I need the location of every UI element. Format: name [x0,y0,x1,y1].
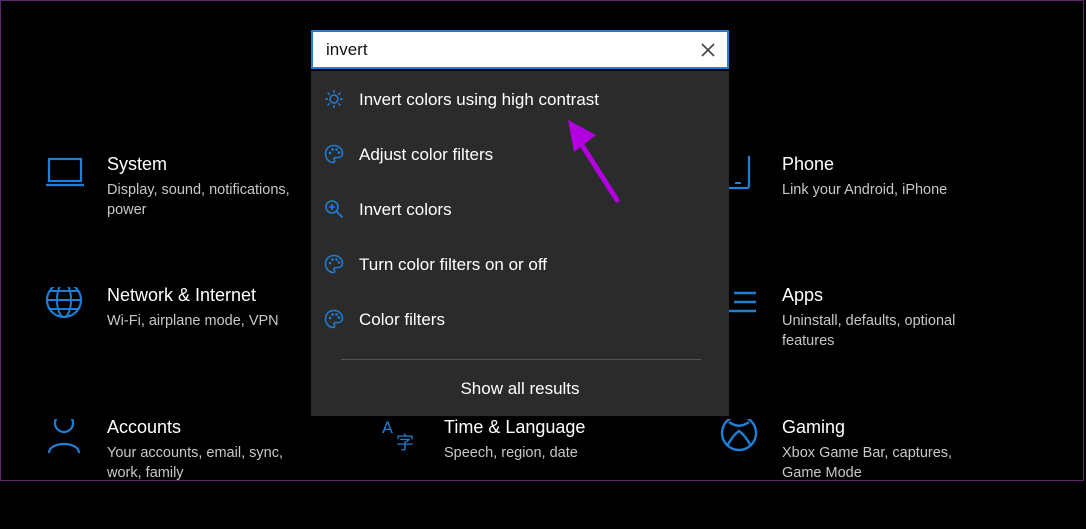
category-gaming[interactable]: Gaming Xbox Game Bar, captures, Game Mod… [720,417,1020,529]
close-icon[interactable] [699,41,717,59]
category-title: Apps [782,285,824,305]
category-accounts[interactable]: Accounts Your accounts, email, sync, wor… [45,417,345,529]
category-description: Display, sound, notifications, power [107,182,290,218]
category-phone[interactable]: Phone Link your Android, iPhone [720,154,1020,266]
palette-icon [324,254,344,274]
settings-search-box[interactable] [311,30,729,69]
brightness-icon [324,89,344,109]
result-label: Color filters [359,310,445,329]
result-item[interactable]: Invert colors using high contrast [311,75,729,125]
category-title: Network & Internet [107,285,257,305]
result-label: Adjust color filters [359,145,494,164]
language-icon: A 字 [382,419,422,459]
person-icon [45,419,85,459]
result-label: Turn color filters on or off [359,255,548,274]
result-label: Invert colors using high contrast [359,90,600,109]
category-description: Your accounts, email, sync, work, family [107,445,283,481]
svg-text:字: 字 [396,433,414,454]
category-apps[interactable]: Apps Uninstall, defaults, optional featu… [720,285,1020,397]
category-description: Link your Android, iPhone [782,182,948,198]
show-all-results-button[interactable]: Show all results [311,371,729,407]
result-label: Invert colors [359,200,452,219]
palette-icon [324,144,344,164]
result-item[interactable]: Turn color filters on or off [311,240,729,290]
svg-text:A: A [382,419,393,437]
category-description: Uninstall, defaults, optional features [782,313,956,349]
category-title: System [107,154,168,174]
xbox-icon [720,419,760,459]
laptop-icon [45,156,85,196]
category-description: Speech, region, date [444,445,578,461]
category-title: Time & Language [444,417,586,437]
globe-icon [45,287,85,327]
palette-icon [324,309,344,329]
category-description: Wi-Fi, airplane mode, VPN [107,313,279,329]
category-description: Xbox Game Bar, captures, Game Mode [782,445,953,481]
search-input[interactable] [326,38,686,62]
category-title: Phone [782,154,835,174]
divider [341,359,701,360]
category-system[interactable]: System Display, sound, notifications, po… [45,154,345,266]
annotation-arrow-icon [560,112,630,207]
category-title: Gaming [782,417,846,437]
category-time-language[interactable]: A 字 Time & Language Speech, region, date [382,417,682,529]
category-title: Accounts [107,417,182,437]
result-item[interactable]: Adjust color filters [311,130,729,180]
magnifier-icon [324,199,344,219]
search-results-dropdown: Invert colors using high contrast Adjust… [311,71,729,416]
result-item[interactable]: Color filters [311,295,729,345]
category-network[interactable]: Network & Internet Wi-Fi, airplane mode,… [45,285,345,397]
result-item[interactable]: Invert colors [311,185,729,235]
